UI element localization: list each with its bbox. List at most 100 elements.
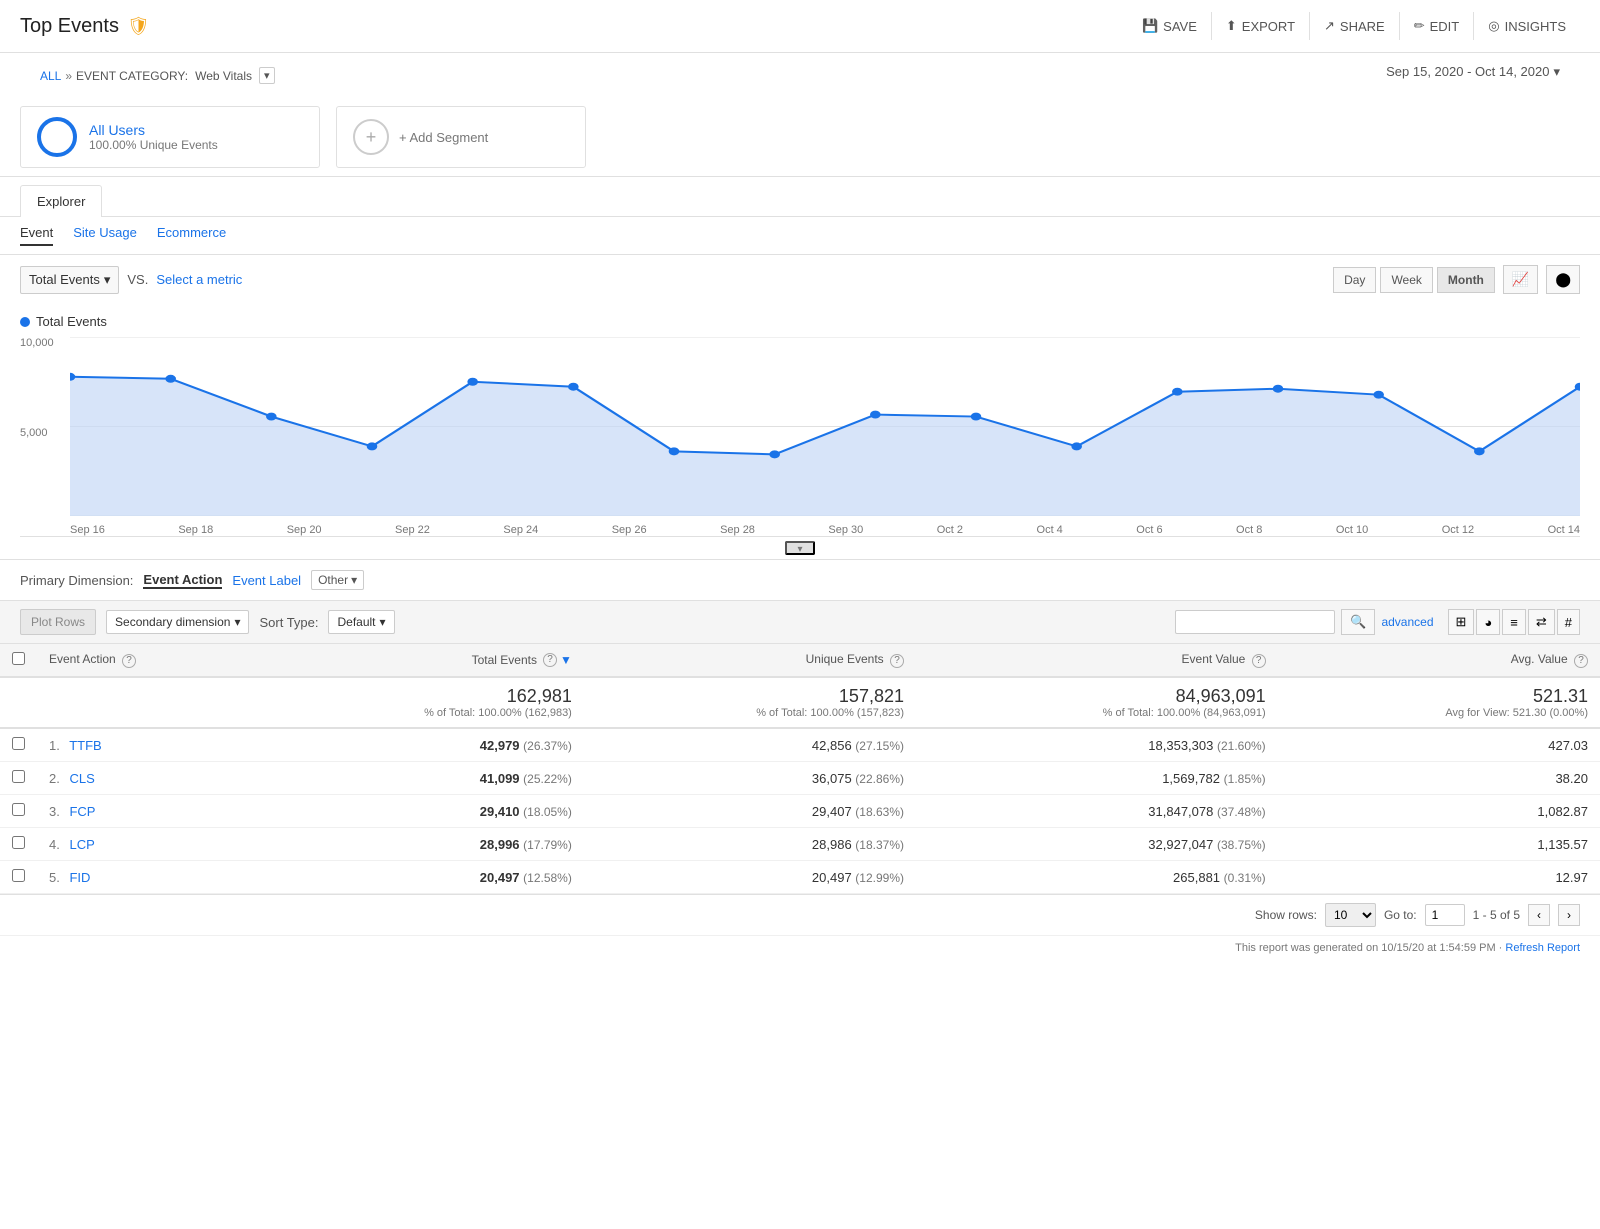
x-label-4: Sep 24 (503, 524, 538, 536)
next-page-btn[interactable]: › (1558, 904, 1580, 926)
goto-input[interactable] (1425, 904, 1465, 926)
share-button[interactable]: ↗ SHARE (1309, 12, 1399, 40)
primary-dim-event-label[interactable]: Event Label (232, 573, 301, 588)
row-2-checkbox[interactable] (12, 770, 25, 783)
row-5-avg-value: 12.97 (1278, 861, 1600, 894)
refresh-report-link[interactable]: Refresh Report (1505, 942, 1580, 954)
date-range-dropdown[interactable]: ▾ (1553, 64, 1560, 80)
share-icon: ↗ (1324, 18, 1335, 34)
summary-checkbox-cell (0, 677, 37, 728)
chart-scroll-down[interactable]: ▾ (785, 541, 815, 555)
summary-event-value: 84,963,091 % of Total: 100.00% (84,963,0… (916, 677, 1278, 728)
search-button[interactable]: 🔍 (1341, 609, 1375, 635)
pie-chart-view-btn[interactable]: ⬤ (1546, 265, 1580, 294)
row-1-checkbox[interactable] (12, 737, 25, 750)
chevron-down-icon: ▾ (234, 615, 240, 629)
title-area: Top Events 🛡 (20, 15, 150, 38)
tab-site-usage[interactable]: Site Usage (73, 225, 137, 246)
row-3-link[interactable]: FCP (69, 804, 95, 819)
x-label-12: Oct 10 (1336, 524, 1368, 536)
help-icon-unique-events[interactable]: ? (890, 654, 904, 668)
prev-page-btn[interactable]: ‹ (1528, 904, 1550, 926)
table-row: 3. FCP 29,410 (18.05%) 29,407 (18.63%) 3… (0, 795, 1600, 828)
export-button[interactable]: ⬆ EXPORT (1211, 12, 1309, 40)
summary-row: 162,981 % of Total: 100.00% (162,983) 15… (0, 677, 1600, 728)
y-label-mid: 5,000 (20, 427, 70, 439)
row-4-action: 4. LCP (37, 828, 252, 861)
help-icon-event-value[interactable]: ? (1252, 654, 1266, 668)
table-row: 4. LCP 28,996 (17.79%) 28,986 (18.37%) 3… (0, 828, 1600, 861)
segment-name[interactable]: All Users (89, 122, 218, 138)
secondary-dimension-dropdown[interactable]: Secondary dimension ▾ (106, 610, 249, 634)
metric-dropdown[interactable]: Total Events ▾ (20, 266, 119, 294)
category-dropdown-button[interactable]: ▾ (259, 67, 275, 84)
x-label-2: Sep 20 (287, 524, 322, 536)
help-icon-total-events[interactable]: ? (543, 653, 557, 667)
row-1-unique-events: 42,856 (27.15%) (584, 728, 916, 762)
row-1-link[interactable]: TTFB (69, 738, 102, 753)
select-all-checkbox[interactable] (12, 652, 25, 665)
help-icon-avg-value[interactable]: ? (1574, 654, 1588, 668)
help-icon-event-action[interactable]: ? (122, 654, 136, 668)
time-btn-week[interactable]: Week (1380, 267, 1432, 293)
x-label-10: Oct 6 (1136, 524, 1162, 536)
row-4-checkbox[interactable] (12, 836, 25, 849)
search-input[interactable] (1175, 610, 1335, 634)
chart-controls: Total Events ▾ VS. Select a metric Day W… (0, 255, 1600, 304)
compare-view-btn[interactable]: ⇄ (1528, 609, 1555, 635)
row-3-unique-events: 29,407 (18.63%) (584, 795, 916, 828)
row-2-link[interactable]: CLS (69, 771, 94, 786)
row-4-event-value: 32,927,047 (38.75%) (916, 828, 1278, 861)
sub-tabs: Event Site Usage Ecommerce (0, 217, 1600, 255)
primary-dim-event-action[interactable]: Event Action (143, 572, 222, 589)
plot-rows-button[interactable]: Plot Rows (20, 609, 96, 635)
tab-ecommerce[interactable]: Ecommerce (157, 225, 226, 246)
x-label-11: Oct 8 (1236, 524, 1262, 536)
row-1-event-value: 18,353,303 (21.60%) (916, 728, 1278, 762)
pie-view-btn[interactable]: ◕ (1476, 609, 1500, 635)
breadcrumb-all[interactable]: ALL (40, 69, 61, 83)
select-metric-link[interactable]: Select a metric (156, 272, 242, 287)
primary-dim-label: Primary Dimension: (20, 573, 133, 588)
row-3-checkbox[interactable] (12, 803, 25, 816)
row-4-link[interactable]: LCP (69, 837, 94, 852)
tab-event[interactable]: Event (20, 225, 53, 246)
edit-button[interactable]: ✏ EDIT (1399, 12, 1474, 40)
insights-icon: ◎ (1488, 18, 1499, 34)
legend-dot (20, 317, 30, 327)
row-5-event-value: 265,881 (0.31%) (916, 861, 1278, 894)
advanced-link[interactable]: advanced (1381, 615, 1433, 629)
row-5-unique-events: 20,497 (12.99%) (584, 861, 916, 894)
x-label-1: Sep 18 (178, 524, 213, 536)
row-5-checkbox[interactable] (12, 869, 25, 882)
segment-pct: 100.00% Unique Events (89, 138, 218, 152)
save-button[interactable]: 💾 SAVE (1128, 12, 1211, 40)
table-view-btn[interactable]: ⊞ (1448, 609, 1475, 635)
other-dropdown[interactable]: Other ▾ (311, 570, 364, 590)
line-chart-view-btn[interactable]: 📈 (1503, 265, 1538, 294)
pagination-info: 1 - 5 of 5 (1473, 908, 1520, 922)
segment-circle (37, 117, 77, 157)
th-event-action: Event Action ? (37, 644, 252, 677)
time-btn-month[interactable]: Month (1437, 267, 1495, 293)
time-btn-day[interactable]: Day (1333, 267, 1376, 293)
sort-arrow-icon: ▼ (560, 653, 572, 667)
add-segment-button[interactable]: + + Add Segment (336, 106, 586, 168)
table-row: 5. FID 20,497 (12.58%) 20,497 (12.99%) 2… (0, 861, 1600, 894)
th-event-value: Event Value ? (916, 644, 1278, 677)
breadcrumb: ALL » EVENT CATEGORY: Web Vitals ▾ (20, 59, 295, 92)
sort-type-dropdown[interactable]: Default ▾ (328, 610, 394, 634)
breadcrumb-category-value: Web Vitals (195, 69, 252, 83)
explorer-tab[interactable]: Explorer (20, 185, 102, 217)
pivot-view-btn[interactable]: # (1557, 609, 1580, 635)
row-4-checkbox-cell (0, 828, 37, 861)
row-5-link[interactable]: FID (69, 870, 90, 885)
chevron-down-icon: ▾ (380, 615, 386, 629)
breadcrumb-sep: » (65, 69, 72, 83)
list-view-btn[interactable]: ≡ (1502, 609, 1526, 635)
show-rows-select[interactable]: 10 25 50 100 (1325, 903, 1376, 927)
x-label-9: Oct 4 (1037, 524, 1063, 536)
x-label-7: Sep 30 (828, 524, 863, 536)
chart-container: 10,000 5,000 (20, 337, 1580, 537)
insights-button[interactable]: ◎ INSIGHTS (1473, 12, 1580, 40)
